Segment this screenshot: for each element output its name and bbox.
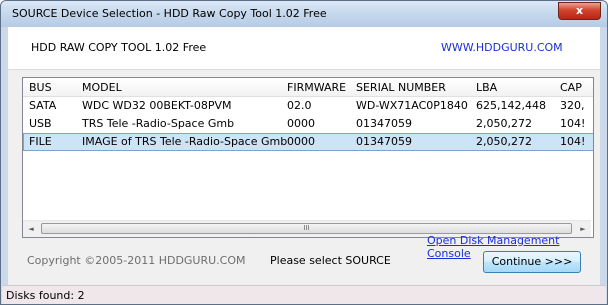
cell-model: TRS Tele -Radio-Space Gmb <box>82 117 235 130</box>
column-bus[interactable]: BUS <box>29 81 52 94</box>
cell-lba: 2,050,272 <box>476 135 532 148</box>
cell-serial: 01347059 <box>356 135 412 148</box>
cell-model: WDC WD32 00BEKT-08PVM <box>82 99 232 112</box>
scroll-left-icon[interactable]: ◄ <box>23 221 39 237</box>
disks-found-status: Disks found: 2 <box>6 289 85 302</box>
cell-serial: WD-WX71AC0P1840 <box>356 99 468 112</box>
status-bar: Disks found: 2 <box>2 285 606 304</box>
cell-bus: FILE <box>29 135 52 148</box>
column-firmware[interactable]: FIRMWARE <box>287 81 346 94</box>
table-row[interactable]: SATA WDC WD32 00BEKT-08PVM 02.0 WD-WX71A… <box>23 97 593 115</box>
copyright-text: Copyright ©2005-2011 HDDGURU.COM <box>27 254 246 267</box>
scroll-thumb[interactable]: III <box>41 223 572 234</box>
cell-capacity: 104! <box>560 135 586 148</box>
window-title: SOURCE Device Selection - HDD Raw Copy T… <box>12 7 327 20</box>
cell-capacity: 104! <box>560 117 586 130</box>
device-list[interactable]: BUS MODEL FIRMWARE SERIAL NUMBER LBA CAP… <box>22 77 594 238</box>
column-capacity[interactable]: CAP <box>560 81 582 94</box>
title-bar: SOURCE Device Selection - HDD Raw Copy T… <box>1 1 607 27</box>
column-model[interactable]: MODEL <box>82 81 122 94</box>
cell-firmware: 0000 <box>287 135 315 148</box>
select-prompt: Please select SOURCE <box>270 254 391 267</box>
cell-firmware: 02.0 <box>287 99 312 112</box>
app-window: SOURCE Device Selection - HDD Raw Copy T… <box>0 0 608 305</box>
cell-capacity: 320, <box>560 99 585 112</box>
continue-button[interactable]: Continue >>> <box>483 251 581 273</box>
close-button[interactable]: x <box>558 2 601 20</box>
table-row-selected[interactable]: FILE IMAGE of TRS Tele -Radio-Space Gmb … <box>23 133 593 151</box>
cell-serial: 01347059 <box>356 117 412 130</box>
cell-model: IMAGE of TRS Tele -Radio-Space Gmb <box>82 135 288 148</box>
column-serial-number[interactable]: SERIAL NUMBER <box>356 81 446 94</box>
cell-bus: USB <box>29 117 52 130</box>
cell-lba: 2,050,272 <box>476 117 532 130</box>
table-row[interactable]: USB TRS Tele -Radio-Space Gmb 0000 01347… <box>23 115 593 133</box>
column-header: BUS MODEL FIRMWARE SERIAL NUMBER LBA CAP <box>23 78 593 97</box>
cell-bus: SATA <box>29 99 57 112</box>
cell-firmware: 0000 <box>287 117 315 130</box>
dialog-body: HDD RAW COPY TOOL 1.02 Free WWW.HDDGURU.… <box>8 27 600 285</box>
column-lba[interactable]: LBA <box>476 81 497 94</box>
header-panel: HDD RAW COPY TOOL 1.02 Free WWW.HDDGURU.… <box>8 27 600 70</box>
website-link[interactable]: WWW.HDDGURU.COM <box>441 41 563 54</box>
app-name: HDD RAW COPY TOOL 1.02 Free <box>31 41 207 54</box>
cell-lba: 625,142,448 <box>476 99 546 112</box>
